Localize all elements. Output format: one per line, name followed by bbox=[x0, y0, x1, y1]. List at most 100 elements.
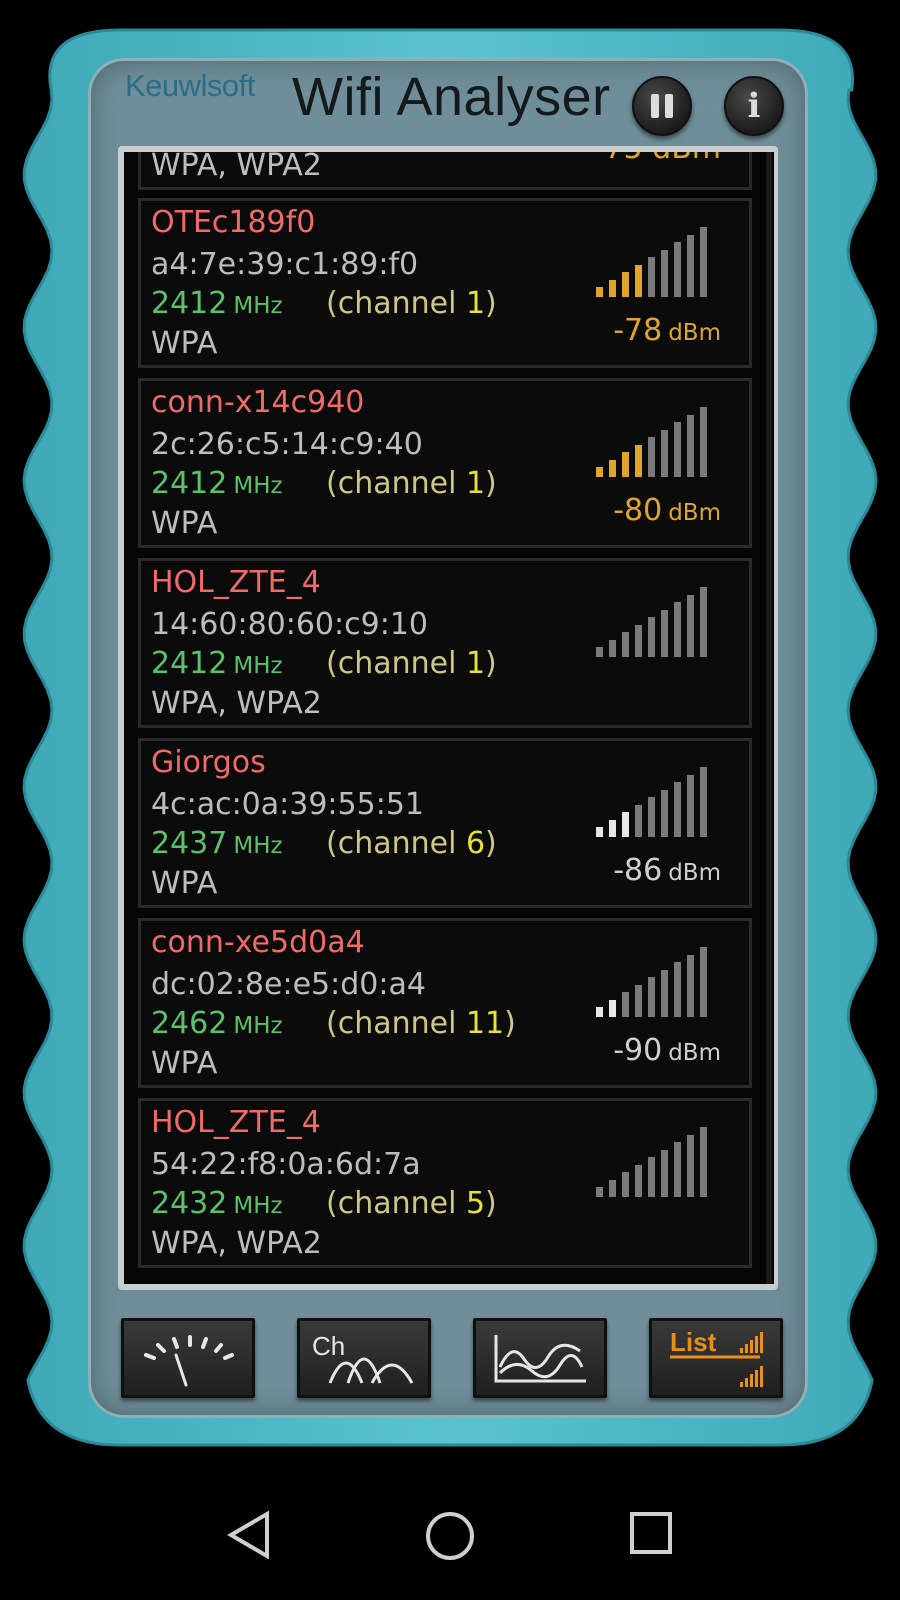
mac-address: dc:02:8e:e5:d0:a4 bbox=[151, 967, 426, 1002]
signal-dbm bbox=[581, 673, 721, 708]
signal-bar bbox=[674, 422, 681, 477]
signal-bar bbox=[596, 467, 603, 477]
channel: (channel 5) bbox=[326, 1186, 497, 1221]
signal-bar bbox=[622, 452, 629, 477]
signal-bar bbox=[700, 1127, 707, 1197]
signal-bar bbox=[648, 1157, 655, 1197]
signal-bar bbox=[700, 407, 707, 477]
dbm-unit: dBm bbox=[668, 860, 721, 886]
ssid: conn-xe5d0a4 bbox=[151, 925, 365, 960]
signal-bar bbox=[622, 812, 629, 837]
signal-bar bbox=[674, 602, 681, 657]
signal-dbm: -90 dBm bbox=[581, 1033, 721, 1068]
frequency: 2437 MHz (channel 6) bbox=[151, 826, 497, 861]
channel-prefix: (channel bbox=[326, 466, 466, 501]
signal-bar bbox=[609, 639, 616, 657]
security: WPA bbox=[151, 1046, 218, 1081]
signal-bar bbox=[622, 992, 629, 1017]
list-signal-bar bbox=[750, 1374, 753, 1387]
signal-bar bbox=[687, 954, 694, 1017]
channel-prefix: (channel bbox=[326, 286, 466, 321]
security: WPA, WPA2 bbox=[151, 686, 322, 721]
ssid: HOL_ZTE_4 bbox=[151, 1105, 321, 1140]
frequency-unit: MHz bbox=[233, 473, 283, 499]
signal-bar bbox=[609, 459, 616, 477]
network-list-item[interactable]: conn-x14c940 2c:26:c5:14:c9:40 2412 MHz (cha… bbox=[138, 378, 752, 548]
signal-bar bbox=[661, 609, 668, 657]
dbm-value: -78 bbox=[613, 313, 663, 348]
home-circle-icon[interactable] bbox=[424, 1510, 476, 1562]
pause-button[interactable] bbox=[632, 76, 692, 136]
ssid: HOL_ZTE_4 bbox=[151, 565, 321, 600]
signal-dbm bbox=[581, 1213, 721, 1248]
meter-view-button[interactable] bbox=[121, 1318, 255, 1398]
dbm-unit: dBm bbox=[668, 1040, 721, 1066]
frequency-value: 2432 bbox=[151, 1186, 228, 1221]
ssid: conn-x14c940 bbox=[151, 385, 365, 420]
mac-address: 4c:ac:0a:39:55:51 bbox=[151, 787, 424, 822]
list-signal-icon: List bbox=[670, 1327, 763, 1387]
pause-icon bbox=[651, 94, 659, 118]
channel-view-button[interactable]: Ch bbox=[297, 1318, 431, 1398]
ssid: OTEc189f0 bbox=[151, 205, 316, 240]
scrollbar[interactable] bbox=[766, 152, 772, 1284]
list-signal-bar bbox=[740, 1348, 743, 1353]
signal-bar bbox=[661, 249, 668, 297]
signal-dbm: -80 dBm bbox=[581, 493, 721, 528]
ssid: Giorgos bbox=[151, 745, 266, 780]
signal-bar bbox=[609, 1179, 616, 1197]
list-signal-bar bbox=[755, 1336, 758, 1353]
signal-bar bbox=[622, 1172, 629, 1197]
frequency-unit: MHz bbox=[233, 1013, 283, 1039]
brand-logo: Keuwlsoft bbox=[125, 68, 255, 103]
frequency-value: 2412 bbox=[151, 466, 228, 501]
list-signal-bar bbox=[740, 1382, 743, 1387]
frequency: 2412 MHz (channel 1) bbox=[151, 646, 497, 681]
signal-bar bbox=[609, 279, 616, 297]
signal-bar bbox=[700, 947, 707, 1017]
signal-bar bbox=[661, 969, 668, 1017]
network-list-item[interactable]: Giorgos 4c:ac:0a:39:55:51 2437 MHz (channel … bbox=[138, 738, 752, 908]
security: WPA bbox=[151, 506, 218, 541]
frequency: 2412 MHz (channel 1) bbox=[151, 286, 497, 321]
signal-bar bbox=[687, 594, 694, 657]
signal-bar bbox=[596, 1187, 603, 1197]
frequency-value: 2412 bbox=[151, 646, 228, 681]
signal-bar bbox=[609, 819, 616, 837]
network-list-item[interactable]: HOL_ZTE_4 14:60:80:60:c9:10 2412 MHz (channe… bbox=[138, 558, 752, 728]
signal-strength-icon bbox=[596, 1127, 726, 1197]
channel-graph-icon: Ch bbox=[312, 1331, 414, 1384]
signal-bar bbox=[687, 774, 694, 837]
signal-bar bbox=[635, 624, 642, 657]
signal-bar bbox=[700, 767, 707, 837]
list-signal-bar bbox=[760, 1366, 763, 1387]
time-graph-button[interactable] bbox=[473, 1318, 607, 1398]
list-view-button[interactable]: List bbox=[649, 1318, 783, 1398]
signal-bar bbox=[648, 797, 655, 837]
signal-bar bbox=[609, 999, 616, 1017]
frequency-value: 2412 bbox=[151, 286, 228, 321]
network-list-item[interactable]: HOL_ZTE_4 54:22:f8:0a:6d:7a 2432 MHz (channe… bbox=[138, 1098, 752, 1268]
list-signal-bar bbox=[750, 1340, 753, 1353]
network-list-item[interactable]: OTEc189f0 a4:7e:39:c1:89:f0 2412 MHz (channe… bbox=[138, 198, 752, 368]
list-signal-bar bbox=[755, 1370, 758, 1387]
network-list-item[interactable]: conn-xe5d0a4 dc:02:8e:e5:d0:a4 2462 MHz (cha… bbox=[138, 918, 752, 1088]
network-list[interactable]: -75 dBm WPA, WPA2 OTEc189f0 a4:7e:39:c1:8… bbox=[124, 152, 774, 1284]
list-item-partial[interactable]: -75 dBm WPA, WPA2 bbox=[138, 152, 752, 190]
recents-square-icon[interactable] bbox=[628, 1510, 674, 1556]
frequency: 2432 MHz (channel 5) bbox=[151, 1186, 497, 1221]
frequency-unit: MHz bbox=[233, 833, 283, 859]
info-button[interactable]: i bbox=[724, 76, 784, 136]
channel-suffix: ) bbox=[485, 466, 497, 501]
back-triangle-icon[interactable] bbox=[225, 1510, 275, 1560]
security-partial: WPA, WPA2 bbox=[151, 152, 322, 183]
mac-address: 54:22:f8:0a:6d:7a bbox=[151, 1147, 421, 1182]
signal-bar bbox=[661, 429, 668, 477]
signal-bar bbox=[700, 587, 707, 657]
signal-bar bbox=[674, 782, 681, 837]
app-title: Wifi Analyser bbox=[292, 67, 611, 127]
signal-bar bbox=[635, 984, 642, 1017]
channel: (channel 11) bbox=[326, 1006, 516, 1041]
signal-bar bbox=[635, 264, 642, 297]
channel: (channel 1) bbox=[326, 466, 497, 501]
